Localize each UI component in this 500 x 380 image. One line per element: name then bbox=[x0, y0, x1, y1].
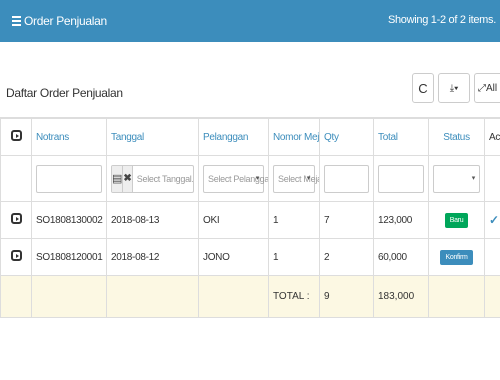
table-header-row: Notrans Tanggal Pelanggan Nomor Meja Qty… bbox=[0, 118, 500, 156]
list-icon bbox=[12, 16, 21, 26]
cell-total: 60,000 bbox=[373, 238, 429, 276]
col-total[interactable]: Total bbox=[373, 118, 429, 156]
calendar-icon[interactable]: ▤ bbox=[112, 165, 124, 192]
expand-all-icon[interactable] bbox=[10, 130, 22, 141]
confirm-icon[interactable]: ✓ bbox=[489, 213, 499, 227]
cell-notrans: SO1808120001 bbox=[31, 238, 107, 276]
expand-row-icon[interactable] bbox=[10, 213, 22, 224]
status-badge: Baru bbox=[444, 212, 469, 228]
pagination-summary: Showing 1-2 of 2 items. bbox=[387, 14, 496, 26]
grid-toolbar: Daftar Order Penjualan C ⤓▾ ⤢ All bbox=[0, 42, 500, 118]
export-button[interactable]: ⤓▾ bbox=[438, 73, 470, 103]
notrans-filter-input[interactable] bbox=[36, 164, 102, 193]
filter-row: ▤ ✖ Select Tanggal. Select Pelanggan ▾ Se… bbox=[0, 155, 500, 202]
cell-meja: 1 bbox=[268, 238, 320, 276]
panel-title-text: Order Penjualan bbox=[24, 14, 107, 28]
meja-filter-select[interactable]: Select Meja ▾ bbox=[273, 164, 319, 193]
panel-header: Order Penjualan Showing 1-2 of 2 items. bbox=[0, 0, 500, 42]
show-all-button[interactable]: ⤢ All bbox=[474, 73, 500, 103]
status-badge: Konfirm bbox=[440, 249, 473, 265]
download-icon: ⤓▾ bbox=[449, 82, 459, 94]
cell-total: 123,000 bbox=[373, 201, 429, 239]
col-status[interactable]: Status bbox=[428, 118, 485, 156]
toolbar-buttons: C ⤓▾ ⤢ All bbox=[408, 73, 500, 103]
refresh-icon: C bbox=[418, 80, 428, 96]
refresh-button[interactable]: C bbox=[412, 73, 434, 103]
total-label: TOTAL : bbox=[268, 275, 320, 318]
col-notrans[interactable]: Notrans bbox=[31, 118, 107, 156]
qty-filter-input[interactable] bbox=[324, 164, 369, 193]
table-row: SO1808120001 2018-08-12 JONO 1 2 60,000 … bbox=[0, 238, 500, 276]
grid-title: Daftar Order Penjualan bbox=[6, 86, 123, 100]
col-actions: Actions bbox=[484, 118, 500, 156]
clear-date-icon[interactable]: ✖ bbox=[123, 165, 133, 192]
pelanggan-filter-select[interactable]: Select Pelanggan ▾ bbox=[203, 164, 268, 193]
col-tanggal[interactable]: Tanggal bbox=[106, 118, 199, 156]
orders-table: Notrans Tanggal Pelanggan Nomor Meja Qty… bbox=[0, 118, 500, 318]
col-nomor-meja[interactable]: Nomor Meja bbox=[268, 118, 320, 156]
col-qty[interactable]: Qty bbox=[319, 118, 374, 156]
cell-notrans: SO1808130002 bbox=[31, 201, 107, 239]
cell-meja: 1 bbox=[268, 201, 320, 239]
total-qty: 9 bbox=[319, 275, 374, 318]
chevron-down-icon: ▾ bbox=[471, 174, 476, 182]
expand-row-icon[interactable] bbox=[10, 250, 22, 261]
panel-title: Order Penjualan bbox=[12, 14, 107, 28]
chevron-down-icon: ▾ bbox=[255, 174, 260, 182]
resize-icon: ⤢ bbox=[477, 82, 486, 94]
table-row: SO1808130002 2018-08-13 OKI 1 7 123,000 … bbox=[0, 201, 500, 239]
cell-tanggal: 2018-08-12 bbox=[106, 238, 199, 276]
total-amount: 183,000 bbox=[373, 275, 429, 318]
status-filter-select[interactable]: ▾ bbox=[433, 164, 480, 193]
cell-pelanggan: OKI bbox=[198, 201, 269, 239]
tanggal-filter: ▤ ✖ Select Tanggal. bbox=[111, 164, 194, 193]
total-filter-input[interactable] bbox=[378, 164, 424, 193]
cell-pelanggan: JONO bbox=[198, 238, 269, 276]
cell-tanggal: 2018-08-13 bbox=[106, 201, 199, 239]
tanggal-filter-input[interactable]: Select Tanggal. bbox=[133, 166, 193, 192]
cell-qty: 7 bbox=[319, 201, 374, 239]
total-row: TOTAL : 9 183,000 bbox=[0, 275, 500, 318]
cell-qty: 2 bbox=[319, 238, 374, 276]
col-pelanggan[interactable]: Pelanggan bbox=[198, 118, 269, 156]
expand-header bbox=[0, 118, 32, 156]
show-all-label: All bbox=[485, 82, 498, 94]
chevron-down-icon: ▾ bbox=[306, 174, 311, 182]
